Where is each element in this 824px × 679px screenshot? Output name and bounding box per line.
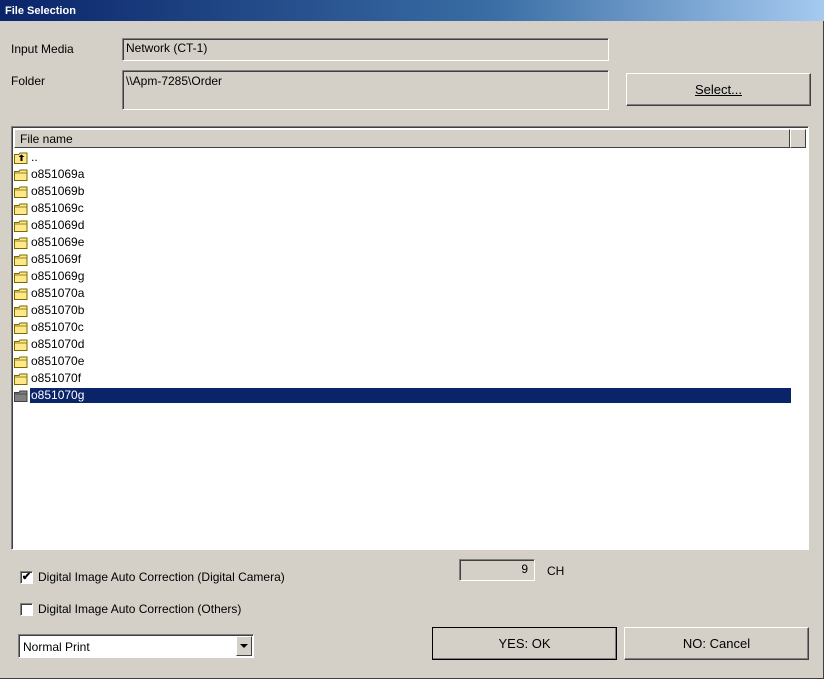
input-media-value: Network (CT-1) xyxy=(126,41,208,55)
file-name: o851069e xyxy=(31,235,85,249)
list-item[interactable]: o851069g xyxy=(14,268,791,285)
column-header-filler xyxy=(790,129,806,148)
auto-correction-camera-label: Digital Image Auto Correction (Digital C… xyxy=(38,570,285,584)
list-item[interactable]: o851069c xyxy=(14,200,791,217)
auto-correction-others-option[interactable]: Digital Image Auto Correction (Others) xyxy=(20,602,241,616)
folder-icon xyxy=(14,356,29,368)
list-item[interactable]: o851070a xyxy=(14,285,791,302)
select-folder-button[interactable]: Select... xyxy=(626,73,811,106)
list-item[interactable]: o851070f xyxy=(14,370,791,387)
title-bar: File Selection xyxy=(0,0,824,21)
file-list[interactable]: File name .. o851069a o851069b o851069c o85… xyxy=(11,126,809,550)
chevron-down-icon xyxy=(240,644,248,648)
print-mode-select[interactable]: Normal Print xyxy=(18,634,254,658)
column-header-file-name[interactable]: File name xyxy=(14,129,790,148)
folder-up-icon xyxy=(14,152,29,164)
file-name: o851070f xyxy=(31,371,82,385)
input-media-field: Network (CT-1) xyxy=(122,38,609,61)
list-item[interactable]: o851069b xyxy=(14,183,791,200)
folder-icon xyxy=(14,305,29,317)
input-media-label: Input Media xyxy=(11,42,74,56)
auto-correction-camera-checkbox[interactable]: ✔ xyxy=(20,570,33,584)
ok-button-label: YES: OK xyxy=(498,636,551,651)
file-name: o851069g xyxy=(31,269,85,283)
file-name: o851070e xyxy=(31,354,85,368)
folder-label: Folder xyxy=(11,74,46,88)
list-item[interactable]: o851069a xyxy=(14,166,791,183)
folder-icon xyxy=(14,271,29,283)
list-item[interactable]: o851069e xyxy=(14,234,791,251)
folder-icon xyxy=(14,288,29,300)
file-name: o851070g xyxy=(30,388,791,403)
parent-folder-label: .. xyxy=(31,150,38,164)
dropdown-button[interactable] xyxy=(236,636,252,656)
list-item[interactable]: o851070c xyxy=(14,319,791,336)
list-item[interactable]: o851069f xyxy=(14,251,791,268)
folder-icon xyxy=(14,186,29,198)
folder-field: \\Apm-7285\Order xyxy=(122,70,609,110)
folder-icon xyxy=(14,322,29,334)
folder-icon xyxy=(14,237,29,249)
folder-icon xyxy=(14,339,29,351)
file-name: o851069c xyxy=(31,201,84,215)
cancel-button-label: NO: Cancel xyxy=(682,636,751,651)
ok-button[interactable]: YES: OK xyxy=(432,627,617,660)
file-name: o851070a xyxy=(31,286,85,300)
folder-icon xyxy=(14,169,29,181)
list-item[interactable]: o851069d xyxy=(14,217,791,234)
auto-correction-camera-option[interactable]: ✔ Digital Image Auto Correction (Digital… xyxy=(20,570,285,584)
list-item-parent-folder[interactable]: .. xyxy=(14,149,791,166)
channel-value: 9 xyxy=(521,562,528,576)
print-mode-value: Normal Print xyxy=(23,640,90,654)
list-item[interactable]: o851070b xyxy=(14,302,791,319)
file-name: o851069f xyxy=(31,252,82,266)
folder-icon xyxy=(14,373,29,385)
file-name: o851069d xyxy=(31,218,85,232)
auto-correction-others-label: Digital Image Auto Correction (Others) xyxy=(38,602,242,616)
list-item[interactable]: o851070d xyxy=(14,336,791,353)
file-rows: .. o851069a o851069b o851069c o851069d o8510… xyxy=(14,149,791,404)
folder-icon xyxy=(14,390,29,402)
channel-field: 9 xyxy=(459,559,535,581)
list-item[interactable]: o851070e xyxy=(14,353,791,370)
file-name: o851070c xyxy=(31,320,84,334)
file-name: o851070d xyxy=(31,337,85,351)
folder-path: \\Apm-7285\Order xyxy=(126,74,223,88)
cancel-button[interactable]: NO: Cancel xyxy=(624,627,809,660)
auto-correction-others-checkbox[interactable] xyxy=(20,602,33,616)
file-name: o851069a xyxy=(31,167,85,181)
folder-icon xyxy=(14,254,29,266)
select-folder-label: Select... xyxy=(695,82,742,97)
list-item[interactable]: o851070g xyxy=(14,387,791,404)
channel-unit: CH xyxy=(547,564,565,578)
file-name: o851070b xyxy=(31,303,85,317)
folder-icon xyxy=(14,220,29,232)
column-header-label: File name xyxy=(20,132,73,146)
window-title: File Selection xyxy=(5,5,76,17)
folder-icon xyxy=(14,203,29,215)
file-name: o851069b xyxy=(31,184,85,198)
